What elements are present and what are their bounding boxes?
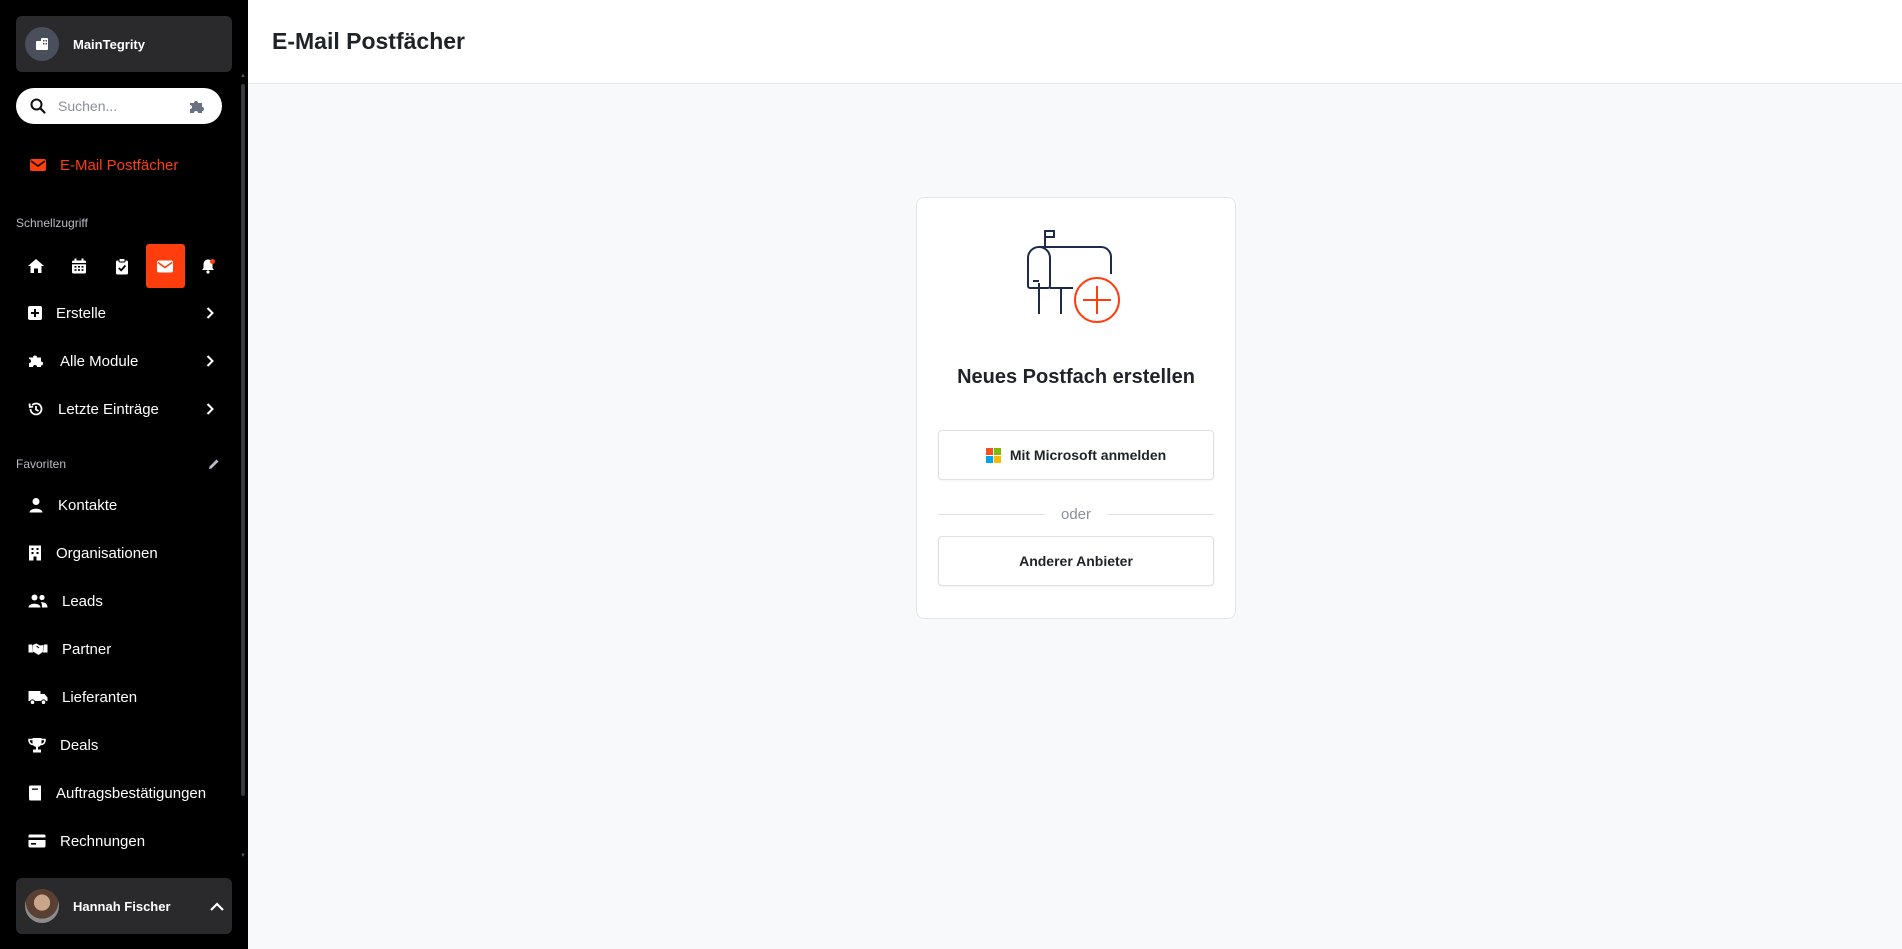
search-box[interactable] xyxy=(16,88,222,124)
person-icon xyxy=(29,498,43,513)
chevron-right-icon xyxy=(206,307,214,319)
favorite-item-label: Lieferanten xyxy=(62,688,138,706)
org-switcher[interactable]: MainTegrity xyxy=(16,16,232,72)
microsoft-login-button[interactable]: Mit Microsoft anmelden xyxy=(938,430,1214,480)
favorite-item-label: Leads xyxy=(62,592,103,610)
pencil-icon[interactable] xyxy=(208,457,220,475)
credit-card-icon xyxy=(28,834,46,848)
create-mailbox-card: Neues Postfach erstellen Mit Microsoft a… xyxy=(916,197,1236,619)
sidebar-scrollbar[interactable] xyxy=(240,72,246,796)
chevron-up-icon[interactable] xyxy=(210,901,224,911)
mail-icon xyxy=(30,159,46,171)
home-icon xyxy=(27,259,44,273)
favorite-item-order-confirmations[interactable]: Auftragsbestätigungen xyxy=(16,773,232,813)
calendar-icon xyxy=(71,258,86,274)
menu-item-label: Erstelle xyxy=(56,304,107,322)
quick-access-heading: Schnellzugriff xyxy=(16,216,88,230)
trophy-icon xyxy=(28,738,46,753)
favorite-item-leads[interactable]: Leads xyxy=(16,581,232,621)
mail-icon xyxy=(157,260,174,272)
favorite-item-label: Rechnungen xyxy=(60,832,146,850)
building-icon xyxy=(29,545,41,561)
divider-text: oder xyxy=(1060,505,1092,523)
favorites-heading: Favoriten xyxy=(16,457,67,471)
nav-item-label: E-Mail Postfächer xyxy=(60,156,179,174)
microsoft-login-label: Mit Microsoft anmelden xyxy=(1009,447,1167,463)
mailbox-add-icon xyxy=(1025,228,1129,333)
page-header: E-Mail Postfächer xyxy=(248,0,1902,84)
history-icon xyxy=(28,402,43,416)
favorite-item-invoices[interactable]: Rechnungen xyxy=(16,821,232,861)
menu-item-label: Alle Module xyxy=(60,352,139,370)
scroll-down-arrow[interactable]: ▼ xyxy=(240,852,246,860)
nav-item-email-mailboxes[interactable]: E-Mail Postfächer xyxy=(16,150,232,180)
user-name: Hannah Fischer xyxy=(73,898,171,914)
chevron-right-icon xyxy=(206,403,214,415)
favorite-item-label: Organisationen xyxy=(56,544,158,562)
search-icon xyxy=(30,98,46,114)
favorite-item-label: Auftragsbestätigungen xyxy=(56,784,207,802)
microsoft-logo-icon xyxy=(985,447,1001,463)
favorite-item-label: Partner xyxy=(62,640,112,658)
favorite-item-partner[interactable]: Partner xyxy=(16,629,232,669)
people-icon xyxy=(28,594,48,608)
favorite-item-organizations[interactable]: Organisationen xyxy=(16,533,232,573)
favorite-item-suppliers[interactable]: Lieferanten xyxy=(16,677,232,717)
menu-item-all-modules[interactable]: Alle Module xyxy=(16,341,232,381)
menu-item-label: Letzte Einträge xyxy=(58,400,159,418)
favorite-item-label: Deals xyxy=(60,736,99,754)
other-provider-button[interactable]: Anderer Anbieter xyxy=(938,536,1214,586)
quick-tasks-button[interactable] xyxy=(102,244,141,288)
favorite-item-deals[interactable]: Deals xyxy=(16,725,232,765)
chevron-right-icon xyxy=(206,355,214,367)
user-menu[interactable]: Hannah Fischer xyxy=(16,878,232,934)
other-provider-label: Anderer Anbieter xyxy=(1019,553,1133,569)
menu-item-recent-entries[interactable]: Letzte Einträge xyxy=(16,389,232,429)
truck-icon xyxy=(28,690,48,705)
favorite-item-contacts[interactable]: Kontakte xyxy=(16,485,232,525)
sidebar: MainTegrity E-Mail Postfächer Schnellzug… xyxy=(0,0,248,949)
menu-item-create[interactable]: Erstelle xyxy=(16,293,232,333)
plus-square-icon xyxy=(28,306,42,320)
building-icon xyxy=(36,38,48,50)
puzzle-icon xyxy=(29,355,43,367)
quick-notifications-button[interactable] xyxy=(189,244,228,288)
scrollbar-thumb[interactable] xyxy=(241,84,245,796)
quick-calendar-button[interactable] xyxy=(59,244,98,288)
card-title: Neues Postfach erstellen xyxy=(957,366,1195,388)
quick-access-bar xyxy=(16,244,232,288)
search-input[interactable] xyxy=(58,98,178,114)
bell-icon xyxy=(202,259,216,274)
clipboard-check-icon xyxy=(116,257,128,274)
org-avatar xyxy=(25,27,59,61)
favorite-item-label: Kontakte xyxy=(58,496,118,514)
page-title: E-Mail Postfächer xyxy=(272,28,465,54)
avatar xyxy=(25,889,59,923)
or-divider: oder xyxy=(938,504,1214,524)
org-name: MainTegrity xyxy=(73,36,145,52)
quick-mail-button[interactable] xyxy=(145,244,185,288)
quick-home-button[interactable] xyxy=(16,244,55,288)
book-icon xyxy=(29,785,41,801)
puzzle-icon[interactable] xyxy=(188,99,208,113)
handshake-icon xyxy=(28,643,48,655)
